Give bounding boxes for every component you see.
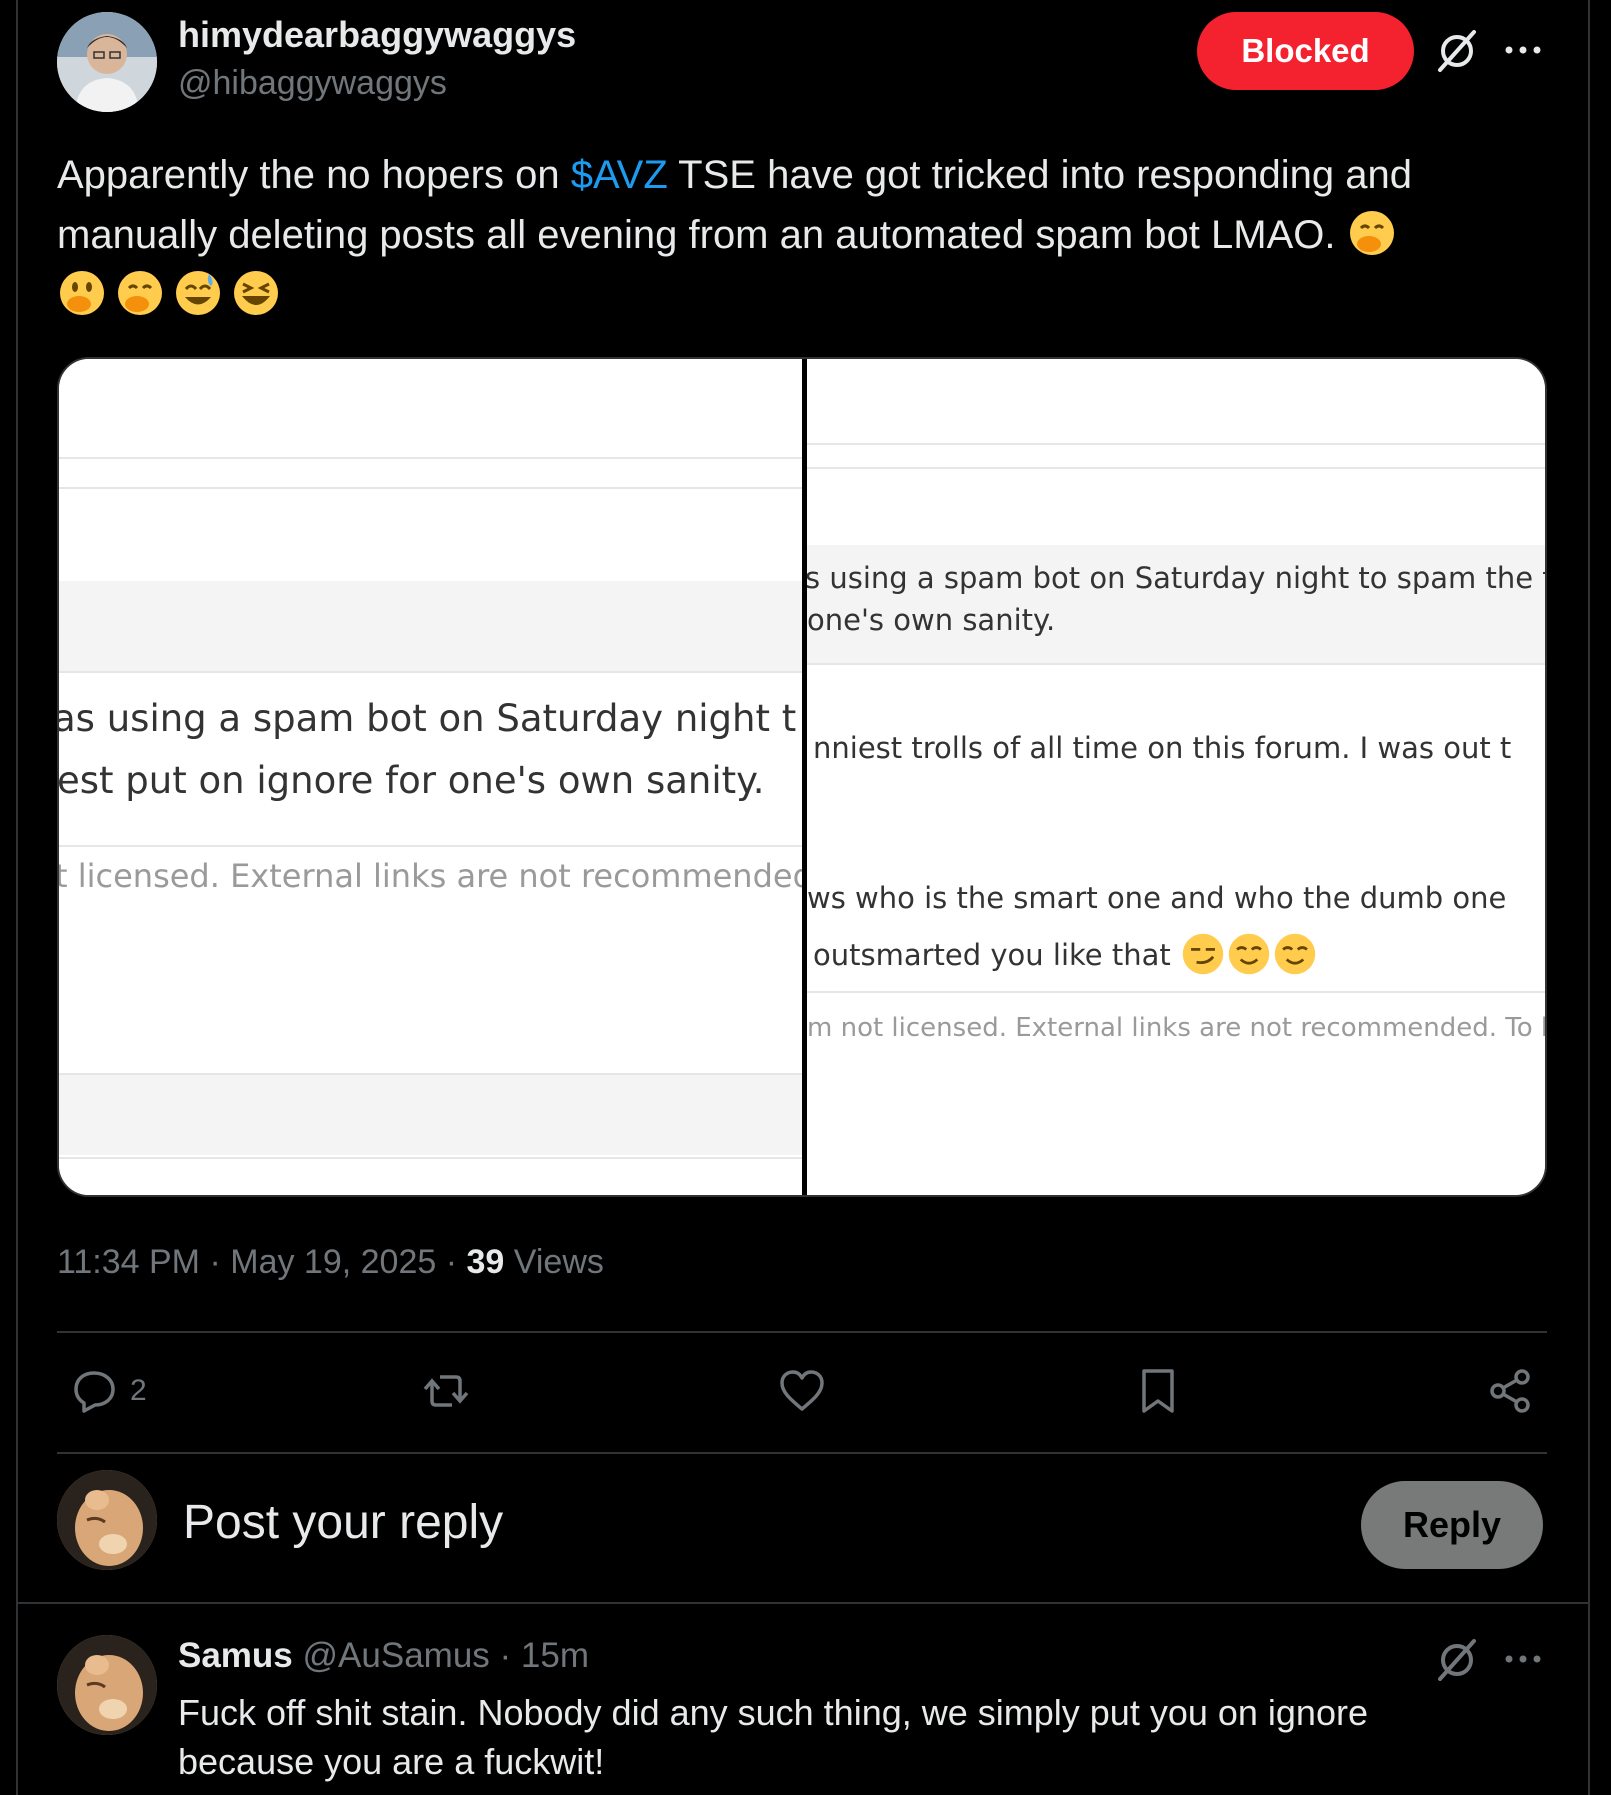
repost-action-button[interactable] bbox=[420, 1365, 472, 1417]
reply-header: Samus @AuSamus · 15m bbox=[178, 1636, 589, 1676]
reply-action-button[interactable]: 2 bbox=[68, 1365, 147, 1417]
ss-line bbox=[807, 443, 1545, 445]
smiling-emoji-icon-2 bbox=[1274, 933, 1316, 975]
post-text: Apparently the no hopers on $AVZ TSE hav… bbox=[57, 145, 1537, 325]
cashtag-link[interactable]: $AVZ bbox=[571, 153, 668, 197]
frame-border-right bbox=[1588, 0, 1590, 1795]
ss-left-line1: as using a spam bot on Saturday night t bbox=[59, 697, 797, 740]
ss-line bbox=[59, 671, 802, 673]
like-action-button[interactable] bbox=[776, 1365, 828, 1417]
author-name[interactable]: himydearbaggywaggys bbox=[178, 14, 576, 56]
reply-text: Fuck off shit stain. Nobody did any such… bbox=[178, 1692, 1368, 1782]
share-action-button[interactable] bbox=[1484, 1365, 1536, 1417]
frame-border-left bbox=[16, 0, 18, 1795]
meta-separator-2: · bbox=[445, 1243, 458, 1281]
views-count[interactable]: 39 bbox=[467, 1243, 505, 1281]
divider bbox=[57, 1452, 1547, 1454]
meta-separator: · bbox=[209, 1243, 221, 1281]
ss-band bbox=[59, 1075, 802, 1155]
post-media-image[interactable]: as using a spam bot on Saturday night t … bbox=[57, 357, 1547, 1197]
ss-right-footer: m not licensed. External links are not r… bbox=[807, 1013, 1547, 1043]
post-date[interactable]: May 19, 2025 bbox=[230, 1243, 436, 1281]
hand-over-mouth-emoji-icon bbox=[1349, 211, 1394, 255]
views-label: Views bbox=[513, 1243, 604, 1281]
more-options-icon[interactable] bbox=[1503, 38, 1543, 62]
post-time[interactable]: 11:34 PM bbox=[57, 1243, 200, 1281]
ss-line bbox=[59, 1157, 802, 1159]
current-user-avatar[interactable] bbox=[57, 1470, 157, 1570]
ss-line bbox=[807, 991, 1545, 993]
media-panel-left: as using a spam bot on Saturday night t … bbox=[59, 359, 802, 1195]
ss-line bbox=[59, 487, 802, 489]
repost-icon bbox=[423, 1375, 469, 1407]
ss-right-line2: one's own sanity. bbox=[807, 603, 1056, 637]
bookmark-icon bbox=[1142, 1369, 1174, 1413]
divider bbox=[57, 1331, 1547, 1333]
reply-author-avatar[interactable] bbox=[57, 1635, 157, 1735]
ss-line bbox=[59, 845, 802, 847]
author-avatar[interactable] bbox=[57, 12, 157, 112]
ss-right-line5: outsmarted you like that bbox=[813, 931, 1318, 977]
ss-left-line2: est put on ignore for one's own sanity. bbox=[59, 759, 765, 802]
ss-band bbox=[59, 581, 802, 671]
reply-count: 2 bbox=[130, 1374, 147, 1407]
reply-grok-icon[interactable] bbox=[1434, 1637, 1480, 1683]
ss-line bbox=[807, 467, 1545, 469]
reply-input[interactable]: Post your reply bbox=[183, 1495, 503, 1550]
reply-more-options-icon[interactable] bbox=[1503, 1647, 1543, 1671]
section-divider bbox=[16, 1602, 1590, 1604]
ss-line bbox=[807, 663, 1545, 665]
post-text-start: Apparently the no hopers on bbox=[57, 153, 571, 197]
grinning-sweat-emoji-icon bbox=[176, 271, 220, 315]
smirk-emoji-icon bbox=[1182, 933, 1224, 975]
bookmark-action-button[interactable] bbox=[1132, 1365, 1184, 1417]
blocked-button[interactable]: Blocked bbox=[1197, 12, 1414, 90]
grok-icon[interactable] bbox=[1434, 28, 1480, 74]
smiling-emoji-icon bbox=[1228, 933, 1270, 975]
hand-over-mouth-emoji-icon-2 bbox=[118, 271, 162, 315]
author-handle[interactable]: @hibaggywaggys bbox=[178, 64, 447, 103]
ss-right-line4: ws who is the smart one and who the dumb… bbox=[807, 881, 1507, 915]
reply-icon bbox=[74, 1371, 115, 1413]
heart-icon bbox=[780, 1370, 824, 1411]
ss-left-footer: t licensed. External links are not recom… bbox=[59, 857, 802, 895]
share-icon bbox=[1490, 1369, 1530, 1413]
reply-author-name[interactable]: Samus bbox=[178, 1636, 293, 1675]
post-meta: 11:34 PM · May 19, 2025 · 39 Views bbox=[57, 1243, 604, 1282]
ss-right-line1: s using a spam bot on Saturday night to … bbox=[807, 561, 1547, 595]
media-panel-right: s using a spam bot on Saturday night to … bbox=[807, 359, 1547, 1195]
open-eyes-hand-over-mouth-emoji-icon bbox=[60, 271, 104, 315]
reply-time[interactable]: 15m bbox=[521, 1636, 589, 1675]
reply-submit-button[interactable]: Reply bbox=[1361, 1481, 1543, 1569]
ss-right-line3: nniest trolls of all time on this forum.… bbox=[813, 731, 1512, 765]
reply-author-handle[interactable]: @AuSamus bbox=[303, 1636, 490, 1675]
grinning-squinting-emoji-icon bbox=[234, 271, 278, 315]
ss-right-line5-text: outsmarted you like that bbox=[813, 938, 1171, 972]
ss-line bbox=[59, 457, 802, 459]
reply-separator: · bbox=[499, 1636, 512, 1675]
